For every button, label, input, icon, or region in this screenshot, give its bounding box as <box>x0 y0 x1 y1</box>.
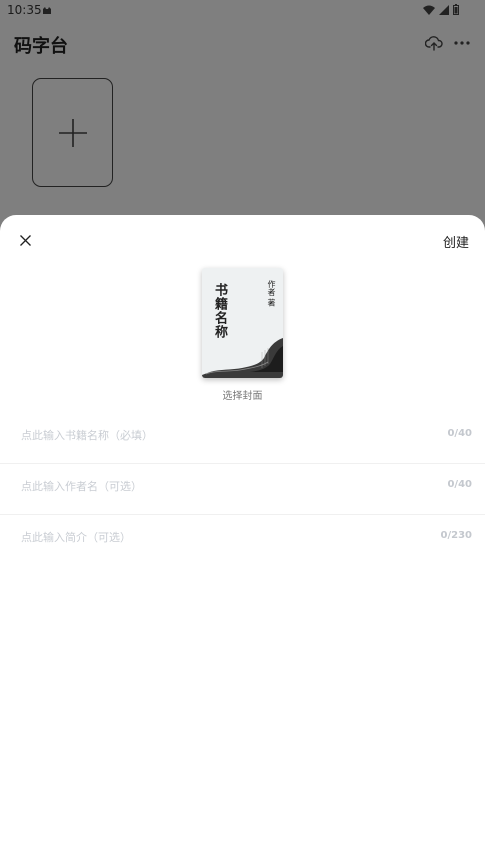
choose-cover-label[interactable]: 选择封面 <box>0 387 485 402</box>
intro-counter: 0/230 <box>440 530 472 541</box>
plus-icon <box>58 118 87 147</box>
author-name-row: 0/40 <box>0 464 485 515</box>
notification-icon <box>43 7 51 14</box>
cover-author: 作者 著 <box>267 280 276 307</box>
app-title: 码字台 <box>14 36 68 57</box>
intro-row: 0/230 <box>0 515 485 566</box>
book-name-row: 0/40 <box>0 413 485 464</box>
ink-landscape-illustration <box>202 338 283 378</box>
intro-input[interactable] <box>21 528 401 546</box>
more-options-button[interactable] <box>452 33 472 53</box>
status-icons <box>423 4 459 15</box>
cloud-sync-button[interactable] <box>424 33 444 53</box>
close-button[interactable] <box>16 231 34 249</box>
cloud-upload-icon <box>425 36 443 51</box>
author-name-counter: 0/40 <box>447 479 472 490</box>
signal-icon <box>439 4 449 15</box>
battery-icon <box>453 4 459 15</box>
book-name-input[interactable] <box>21 426 401 444</box>
author-name-input[interactable] <box>21 477 401 495</box>
add-book-button[interactable] <box>32 78 113 187</box>
close-icon <box>19 234 31 246</box>
create-book-sheet: 创建 书籍名称 作者 著 选择封面 0/40 0/40 0/230 <box>0 215 485 862</box>
create-button[interactable]: 创建 <box>443 232 469 251</box>
book-name-counter: 0/40 <box>447 428 472 439</box>
status-bar: 10:35 <box>0 0 485 22</box>
book-cover[interactable]: 书籍名称 作者 著 <box>202 268 283 378</box>
more-horizontal-icon <box>454 41 470 45</box>
status-time: 10:35 <box>7 3 42 17</box>
wifi-icon <box>423 5 435 15</box>
